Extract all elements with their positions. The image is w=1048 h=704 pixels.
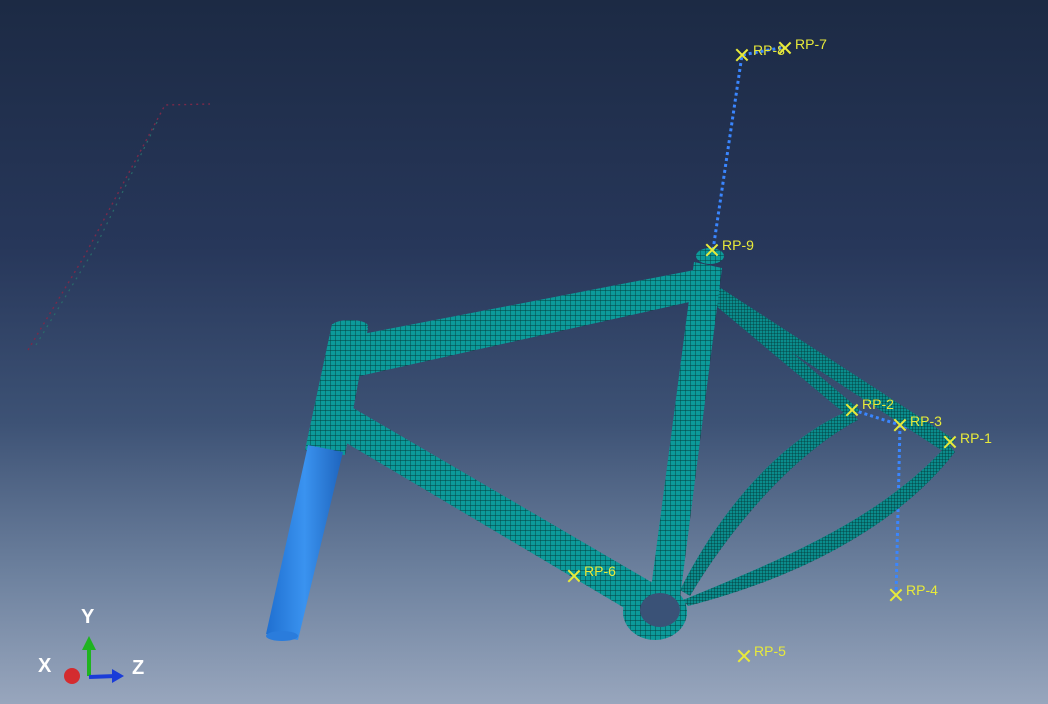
rp5-label: RP-5 bbox=[754, 643, 786, 659]
seat-stay-inner bbox=[715, 290, 860, 418]
top-tube bbox=[352, 268, 716, 376]
triad-z-arrowhead bbox=[112, 669, 124, 683]
ghost-edge-line-2 bbox=[35, 119, 159, 346]
rp9-marker[interactable] bbox=[705, 243, 719, 257]
triad-y-label: Y bbox=[81, 606, 95, 628]
triad-x-arrow-tip bbox=[64, 668, 80, 684]
rp1-marker[interactable] bbox=[943, 435, 957, 449]
abaqus-viewport[interactable]: RP-8 RP-7 RP-9 RP-2 RP-3 RP-1 RP-6 RP-4 … bbox=[0, 0, 1048, 704]
triad-z-arrow bbox=[88, 674, 117, 679]
fork-end-cap bbox=[266, 631, 298, 641]
front-fork-rigid-body bbox=[266, 445, 343, 640]
rp5-marker[interactable] bbox=[737, 649, 751, 663]
down-tube-body bbox=[338, 405, 665, 622]
rp4-label: RP-4 bbox=[906, 582, 938, 598]
rp7-label: RP-7 bbox=[795, 36, 827, 52]
rp2-marker[interactable] bbox=[845, 403, 859, 417]
connector-wire-rp9-rp8 bbox=[711, 45, 786, 251]
triad-x-label: X bbox=[38, 655, 52, 677]
rp6-label: RP-6 bbox=[584, 563, 616, 579]
ghost-edge-line bbox=[27, 103, 211, 351]
bottom-bracket-bore bbox=[640, 593, 680, 627]
rp7-marker[interactable] bbox=[778, 41, 792, 55]
rp2-label: RP-2 bbox=[862, 396, 894, 412]
rp4-marker[interactable] bbox=[889, 588, 903, 602]
rp8-marker[interactable] bbox=[735, 48, 749, 62]
rp1-label: RP-1 bbox=[960, 430, 992, 446]
rp9-label: RP-9 bbox=[722, 237, 754, 253]
rp3-marker[interactable] bbox=[893, 418, 907, 432]
connector-wire-rp3-rp4 bbox=[894, 424, 902, 597]
triad-y-arrowhead bbox=[82, 636, 96, 650]
rp6-marker[interactable] bbox=[567, 569, 581, 583]
triad-z-label: Z bbox=[132, 657, 145, 679]
rp3-label: RP-3 bbox=[910, 413, 942, 429]
head-tube-top bbox=[332, 320, 368, 332]
